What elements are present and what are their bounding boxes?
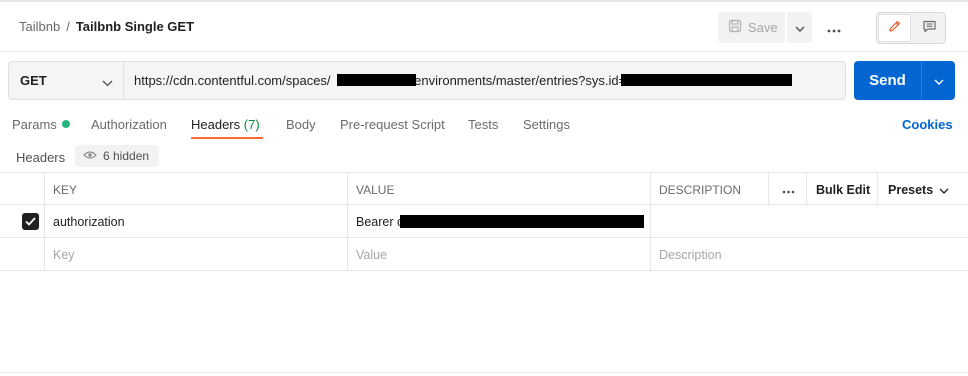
column-divider <box>806 173 807 206</box>
view-mode-toggle <box>876 12 946 44</box>
more-horizontal-icon <box>827 20 841 36</box>
breadcrumb-parent[interactable]: Tailbnb <box>19 19 60 34</box>
method-label: GET <box>20 73 47 88</box>
header-value-cell[interactable]: Bearer c <box>356 205 403 238</box>
send-button[interactable]: Send <box>854 61 921 100</box>
request-header: Tailbnb / Tailbnb Single GET Save <box>0 2 968 52</box>
new-description-input[interactable]: Description <box>659 238 722 271</box>
save-options-button[interactable] <box>787 12 812 43</box>
url-prefix: https://cdn.contentful.com/spaces/ <box>134 73 331 88</box>
column-divider <box>44 173 45 206</box>
header-key-cell[interactable]: authorization <box>53 205 125 238</box>
column-options-button[interactable] <box>779 173 797 206</box>
tab-tests[interactable]: Tests <box>468 117 498 132</box>
tab-count: (7) <box>243 117 260 132</box>
column-divider <box>44 238 45 271</box>
redaction-bar <box>337 74 416 86</box>
breadcrumb-separator: / <box>66 19 70 34</box>
column-divider <box>768 173 769 206</box>
edit-mode-button[interactable] <box>879 15 910 41</box>
more-horizontal-icon <box>782 183 795 197</box>
chevron-down-icon <box>934 73 944 88</box>
method-select[interactable]: GET <box>8 61 124 100</box>
params-indicator-dot <box>61 120 70 128</box>
save-label: Save <box>748 20 778 35</box>
tab-pre-request-script[interactable]: Pre-request Script <box>340 117 445 132</box>
presets-label: Presets <box>888 182 934 197</box>
checkmark-icon <box>22 213 39 230</box>
redaction-bar <box>621 74 792 86</box>
chevron-down-icon <box>795 20 805 35</box>
chevron-down-icon <box>102 75 113 90</box>
tab-body[interactable]: Body <box>286 117 316 132</box>
tab-params[interactable]: Params <box>12 117 70 132</box>
column-header-value: VALUE <box>356 182 395 197</box>
comments-button[interactable] <box>914 15 944 41</box>
cookies-link[interactable]: Cookies <box>902 117 953 132</box>
column-divider <box>347 238 348 271</box>
column-header-description: DESCRIPTION <box>659 182 742 197</box>
tab-headers[interactable]: Headers (7) <box>191 117 260 132</box>
eye-icon <box>83 149 97 163</box>
column-divider <box>650 238 651 271</box>
table-row: Key Value Description <box>0 238 968 271</box>
chevron-down-icon <box>939 183 949 197</box>
presets-dropdown[interactable]: Presets <box>888 173 949 206</box>
column-divider <box>877 173 878 206</box>
column-divider <box>44 205 45 238</box>
table-row: authorization Bearer c <box>0 205 968 238</box>
tab-label: Headers <box>191 117 241 132</box>
header-enabled-checkbox[interactable] <box>22 205 39 238</box>
header-description-cell[interactable] <box>659 205 959 238</box>
column-header-key: KEY <box>53 182 78 197</box>
comment-icon <box>922 19 937 37</box>
url-middle: /environments/master/entries?sys.id= <box>410 73 627 88</box>
column-divider <box>650 205 651 238</box>
tab-authorization[interactable]: Authorization <box>91 117 167 132</box>
column-divider <box>347 205 348 238</box>
new-value-input[interactable]: Value <box>356 238 387 271</box>
more-actions-button[interactable] <box>822 16 846 40</box>
tab-label: Params <box>12 117 57 132</box>
bulk-edit-button[interactable]: Bulk Edit <box>816 173 870 206</box>
column-divider <box>650 173 651 206</box>
column-divider <box>347 173 348 206</box>
table-header-row: KEY VALUE DESCRIPTION Bulk Edit Presets <box>0 172 968 206</box>
send-options-button[interactable] <box>922 61 955 100</box>
bottom-border <box>0 372 968 373</box>
send-button-group: Send <box>854 61 955 100</box>
pencil-icon <box>887 19 902 37</box>
save-icon <box>728 19 742 36</box>
breadcrumb: Tailbnb / Tailbnb Single GET <box>19 19 194 34</box>
save-button[interactable]: Save <box>718 12 785 43</box>
request-name[interactable]: Tailbnb Single GET <box>76 19 194 34</box>
new-key-input[interactable]: Key <box>53 238 75 271</box>
active-tab-indicator <box>191 137 263 139</box>
tab-settings[interactable]: Settings <box>523 117 570 132</box>
save-button-group: Save <box>718 12 812 43</box>
hidden-headers-toggle[interactable]: 6 hidden <box>75 145 159 167</box>
redaction-bar <box>400 215 644 228</box>
hidden-count-label: 6 hidden <box>103 149 150 163</box>
headers-section-title: Headers <box>16 150 66 165</box>
